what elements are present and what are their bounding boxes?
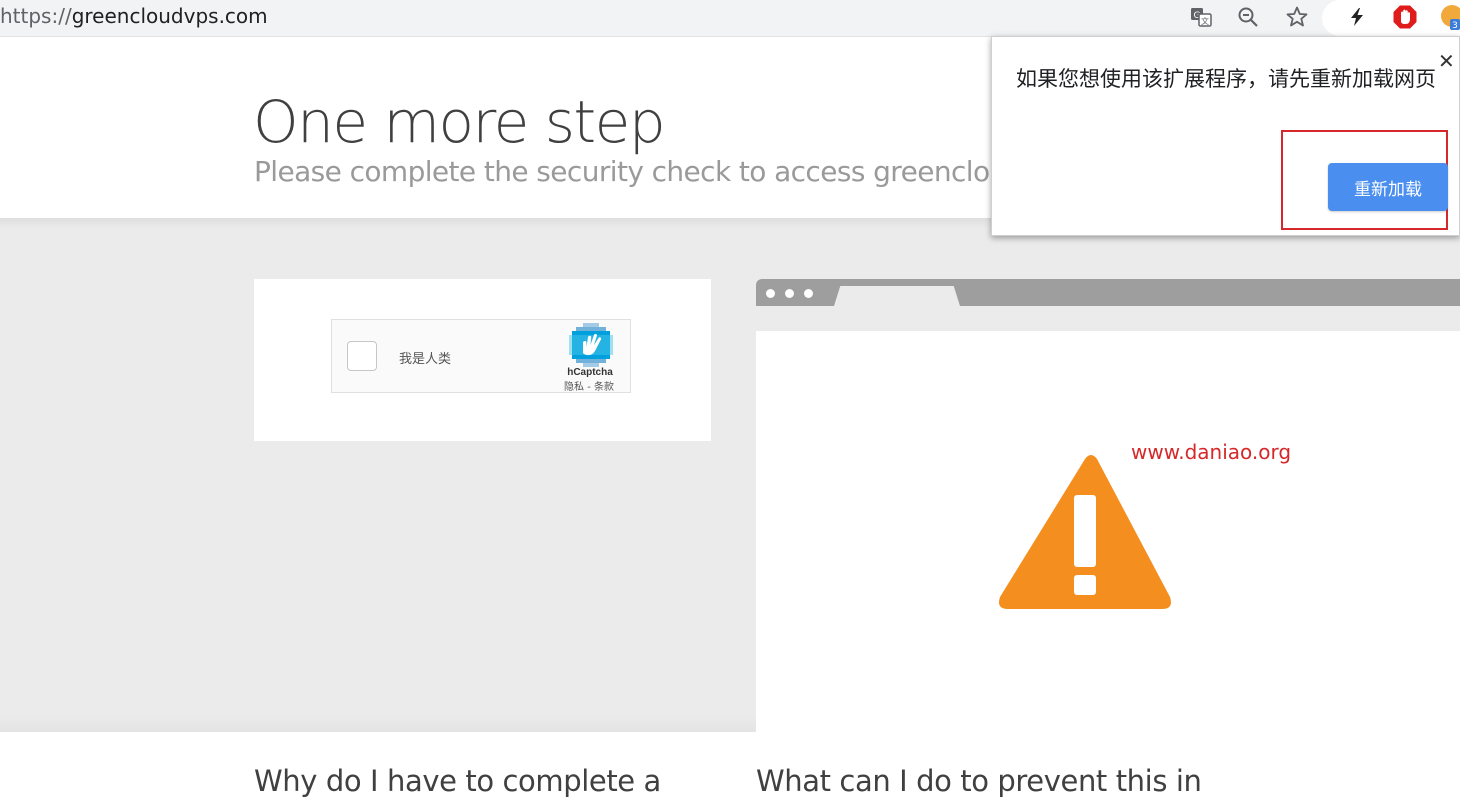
svg-text:文: 文 — [1201, 16, 1209, 26]
close-icon[interactable]: ✕ — [1438, 49, 1455, 74]
extension-badge-count: 3 — [1452, 21, 1458, 31]
page-subtitle: Please complete the security check to ac… — [254, 155, 1058, 188]
reload-button[interactable]: 重新加载 — [1328, 163, 1448, 211]
hcaptcha-logo-icon — [569, 323, 613, 372]
url-text[interactable]: https://greencloudvps.com — [0, 4, 268, 28]
band-bottom-shadow — [0, 716, 756, 732]
address-bar[interactable]: https://greencloudvps.com G 文 3 — [0, 0, 1460, 36]
hcaptcha-label: 我是人类 — [399, 352, 452, 367]
browser-illustration: www.daniao.org — [756, 279, 1460, 732]
illustration-body: www.daniao.org — [756, 331, 1460, 732]
hcaptcha-brand: hCaptcha — [567, 367, 613, 378]
illustration-tab — [834, 286, 960, 306]
url-host: greencloudvps.com — [71, 4, 268, 28]
bookmark-star-icon[interactable] — [1284, 4, 1310, 30]
extensions-area: 3 — [1338, 0, 1460, 36]
warning-triangle-icon — [994, 451, 1176, 618]
page-title: One more step — [253, 88, 666, 156]
exclamation-dot — [1074, 575, 1096, 595]
faq-question-prevent: What can I do to prevent this in — [756, 764, 1202, 798]
adblock-stop-icon[interactable] — [1392, 4, 1418, 30]
url-scheme: https:// — [0, 4, 72, 28]
illustration-titlebar — [756, 279, 1460, 306]
hcaptcha-privacy-terms[interactable]: 隐私 - 条款 — [554, 378, 624, 393]
window-dot — [766, 289, 775, 298]
lightning-extension-icon[interactable] — [1344, 4, 1370, 30]
extension-reload-popup: 如果您想使用该扩展程序，请先重新加载网页 ✕ 重新加载 — [991, 36, 1460, 236]
faq-question-why: Why do I have to complete a — [254, 764, 661, 798]
zoom-out-icon[interactable] — [1235, 4, 1261, 30]
window-dot — [785, 289, 794, 298]
hcaptcha-checkbox[interactable] — [347, 341, 377, 371]
captcha-card: 我是人类 hCaptcha 隐私 - 条款 — [254, 279, 711, 441]
translate-icon[interactable]: G 文 — [1188, 4, 1214, 30]
exclamation-bar — [1074, 495, 1096, 567]
illustration-toolbar — [756, 306, 1460, 331]
hcaptcha-widget: 我是人类 hCaptcha 隐私 - 条款 — [331, 319, 631, 393]
window-dot — [804, 289, 813, 298]
extension-badge-icon[interactable]: 3 — [1436, 4, 1460, 31]
popup-message: 如果您想使用该扩展程序，请先重新加载网页 — [1016, 67, 1436, 91]
